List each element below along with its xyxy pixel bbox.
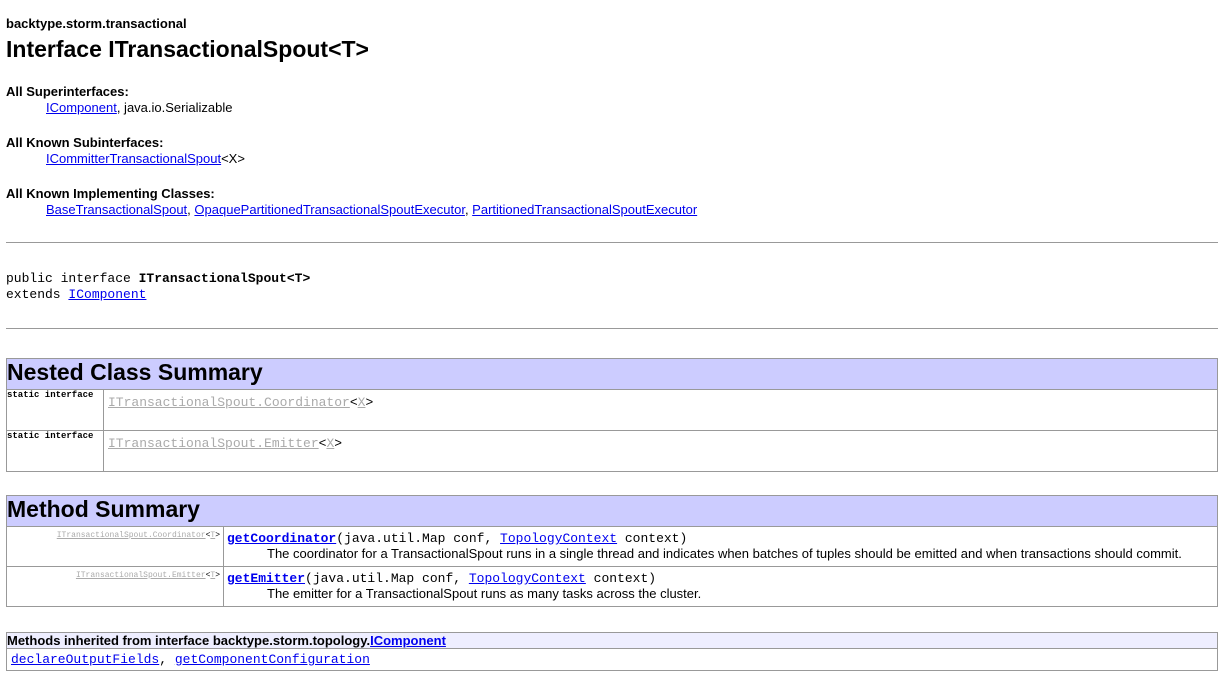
nested-class-summary: Nested Class Summary static interface IT… — [6, 358, 1218, 472]
signature-name: ITransactionalSpout<T> — [138, 271, 311, 286]
inherited-icomponent-link[interactable]: IComponent — [370, 633, 446, 648]
package-name: backtype.storm.transactional — [6, 16, 187, 31]
topology-context-link[interactable]: TopologyContext — [469, 571, 586, 586]
declare-output-fields-link[interactable]: declareOutputFields — [11, 652, 159, 667]
implementing-list: BaseTransactionalSpout, OpaquePartitione… — [46, 202, 698, 217]
icommitter-link[interactable]: ICommitterTransactionalSpout — [46, 151, 221, 166]
emitter-type-link[interactable]: ITransactionalSpout.Emitter — [76, 571, 206, 580]
coordinator-link[interactable]: ITransactionalSpout.Coordinator — [108, 395, 350, 410]
icomponent-link[interactable]: IComponent — [46, 100, 117, 115]
opaque-partitioned-link[interactable]: OpaquePartitionedTransactionalSpoutExecu… — [194, 202, 465, 217]
method-cell: getEmitter(java.util.Map conf, TopologyC… — [223, 566, 1218, 607]
emitter-link[interactable]: ITransactionalSpout.Emitter — [108, 436, 319, 451]
divider — [6, 242, 1218, 243]
base-transactional-spout-link[interactable]: BaseTransactionalSpout — [46, 202, 187, 217]
superinterfaces-list: IComponent, java.io.Serializable — [46, 100, 232, 115]
table-row: ITransactionalSpout.Emitter<T> getEmitte… — [6, 566, 1218, 607]
coordinator-type-link[interactable]: ITransactionalSpout.Coordinator — [57, 531, 206, 540]
modifier-cell: static interface — [6, 430, 104, 472]
method-description: The coordinator for a TransactionalSpout… — [267, 546, 1182, 561]
method-summary: Method Summary ITransactionalSpout.Coord… — [6, 495, 1218, 607]
inherited-methods-list: declareOutputFields, getComponentConfigu… — [6, 648, 1218, 671]
nested-class-cell: ITransactionalSpout.Coordinator<X> — [103, 389, 1218, 431]
subinterfaces-label: All Known Subinterfaces: — [6, 135, 164, 150]
table-row: ITransactionalSpout.Coordinator<T> getCo… — [6, 526, 1218, 567]
table-row: static interface ITransactionalSpout.Coo… — [6, 389, 1218, 431]
method-cell: getCoordinator(java.util.Map conf, Topol… — [223, 526, 1218, 567]
method-summary-heading: Method Summary — [6, 495, 1218, 527]
get-coordinator-link[interactable]: getCoordinator — [227, 531, 336, 546]
interface-signature: public interface ITransactionalSpout<T> … — [6, 271, 311, 302]
get-component-configuration-link[interactable]: getComponentConfiguration — [175, 652, 370, 667]
method-description: The emitter for a TransactionalSpout run… — [267, 586, 702, 601]
nested-summary-heading: Nested Class Summary — [6, 358, 1218, 390]
partitioned-executor-link[interactable]: PartitionedTransactionalSpoutExecutor — [472, 202, 697, 217]
implementing-label: All Known Implementing Classes: — [6, 186, 215, 201]
return-type-cell: ITransactionalSpout.Emitter<T> — [6, 566, 224, 607]
inherited-heading: Methods inherited from interface backtyp… — [6, 632, 1218, 649]
subinterfaces-rest: <X> — [221, 151, 245, 166]
extends-icomponent-link[interactable]: IComponent — [68, 287, 146, 302]
nested-class-cell: ITransactionalSpout.Emitter<X> — [103, 430, 1218, 472]
divider — [6, 328, 1218, 329]
table-row: static interface ITransactionalSpout.Emi… — [6, 430, 1218, 472]
get-emitter-link[interactable]: getEmitter — [227, 571, 305, 586]
subinterfaces-list: ICommitterTransactionalSpout<X> — [46, 151, 245, 166]
inherited-methods: Methods inherited from interface backtyp… — [6, 632, 1218, 671]
return-type-cell: ITransactionalSpout.Coordinator<T> — [6, 526, 224, 567]
modifier-cell: static interface — [6, 389, 104, 431]
topology-context-link[interactable]: TopologyContext — [500, 531, 617, 546]
superinterfaces-rest: , java.io.Serializable — [116, 100, 233, 115]
superinterfaces-label: All Superinterfaces: — [6, 84, 129, 99]
page-title: Interface ITransactionalSpout<T> — [6, 36, 369, 62]
